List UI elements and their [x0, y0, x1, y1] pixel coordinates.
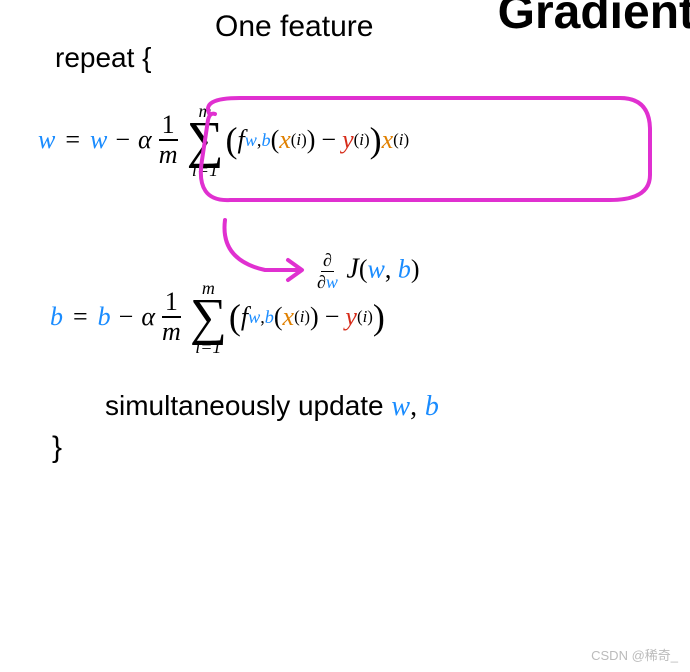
x-inner-b: x	[283, 302, 295, 332]
minus-b: −	[119, 302, 134, 332]
w-update-equation: w = w − α 1 m m ∑ i=1 ( f w,b ( x (i) ) …	[38, 102, 670, 179]
f-symbol: f	[238, 125, 245, 155]
sigma: ∑	[186, 118, 223, 165]
minus-inner: −	[321, 125, 336, 155]
lparen-b: (	[229, 296, 241, 338]
sum-lower: i=1	[192, 161, 218, 179]
f-subscript: w,b	[245, 130, 271, 151]
alpha-b: α	[141, 302, 155, 332]
f-subscript-b: w,b	[248, 307, 274, 328]
b-rhs: b	[98, 302, 111, 332]
repeat-close: }	[52, 431, 670, 465]
csdn-watermark: CSDN @稀奇_	[591, 645, 678, 664]
summation-b: m ∑ i=1	[190, 279, 227, 356]
b-update-equation: b = b − α 1 m m ∑ i=1 ( f w,b ( x (i) ) …	[50, 279, 670, 356]
w-lhs: w	[38, 125, 55, 155]
repeat-open: repeat {	[55, 42, 670, 74]
x-sup: (i)	[291, 130, 307, 150]
x-outer-sup: (i)	[393, 130, 409, 150]
minus-inner-b: −	[325, 302, 340, 332]
f-lparen: (	[271, 125, 280, 155]
y-term: y	[342, 125, 354, 155]
one-over-m: 1 m	[156, 111, 181, 170]
lparen: (	[226, 119, 238, 161]
alpha: α	[138, 125, 152, 155]
rparen: )	[370, 119, 382, 161]
equals: =	[65, 125, 80, 155]
fraction-den: m	[156, 141, 181, 170]
summation: m ∑ i=1	[186, 102, 223, 179]
y-term-b: y	[345, 302, 357, 332]
minus: −	[115, 125, 130, 155]
rparen-b: )	[373, 296, 385, 338]
partial-cropped-heading: Gradient	[498, 0, 690, 40]
one-over-m-b: 1 m	[159, 288, 184, 347]
w-rhs: w	[90, 125, 107, 155]
simultaneous-update-text: simultaneously update w, b	[105, 390, 670, 423]
equals-b: =	[73, 302, 88, 332]
x-outer: x	[382, 125, 394, 155]
b-lhs: b	[50, 302, 63, 332]
fraction-num: 1	[159, 111, 178, 142]
f-symbol-b: f	[241, 302, 248, 332]
f-rparen: )	[307, 125, 316, 155]
x-inner: x	[279, 125, 291, 155]
y-sup: (i)	[354, 130, 370, 150]
